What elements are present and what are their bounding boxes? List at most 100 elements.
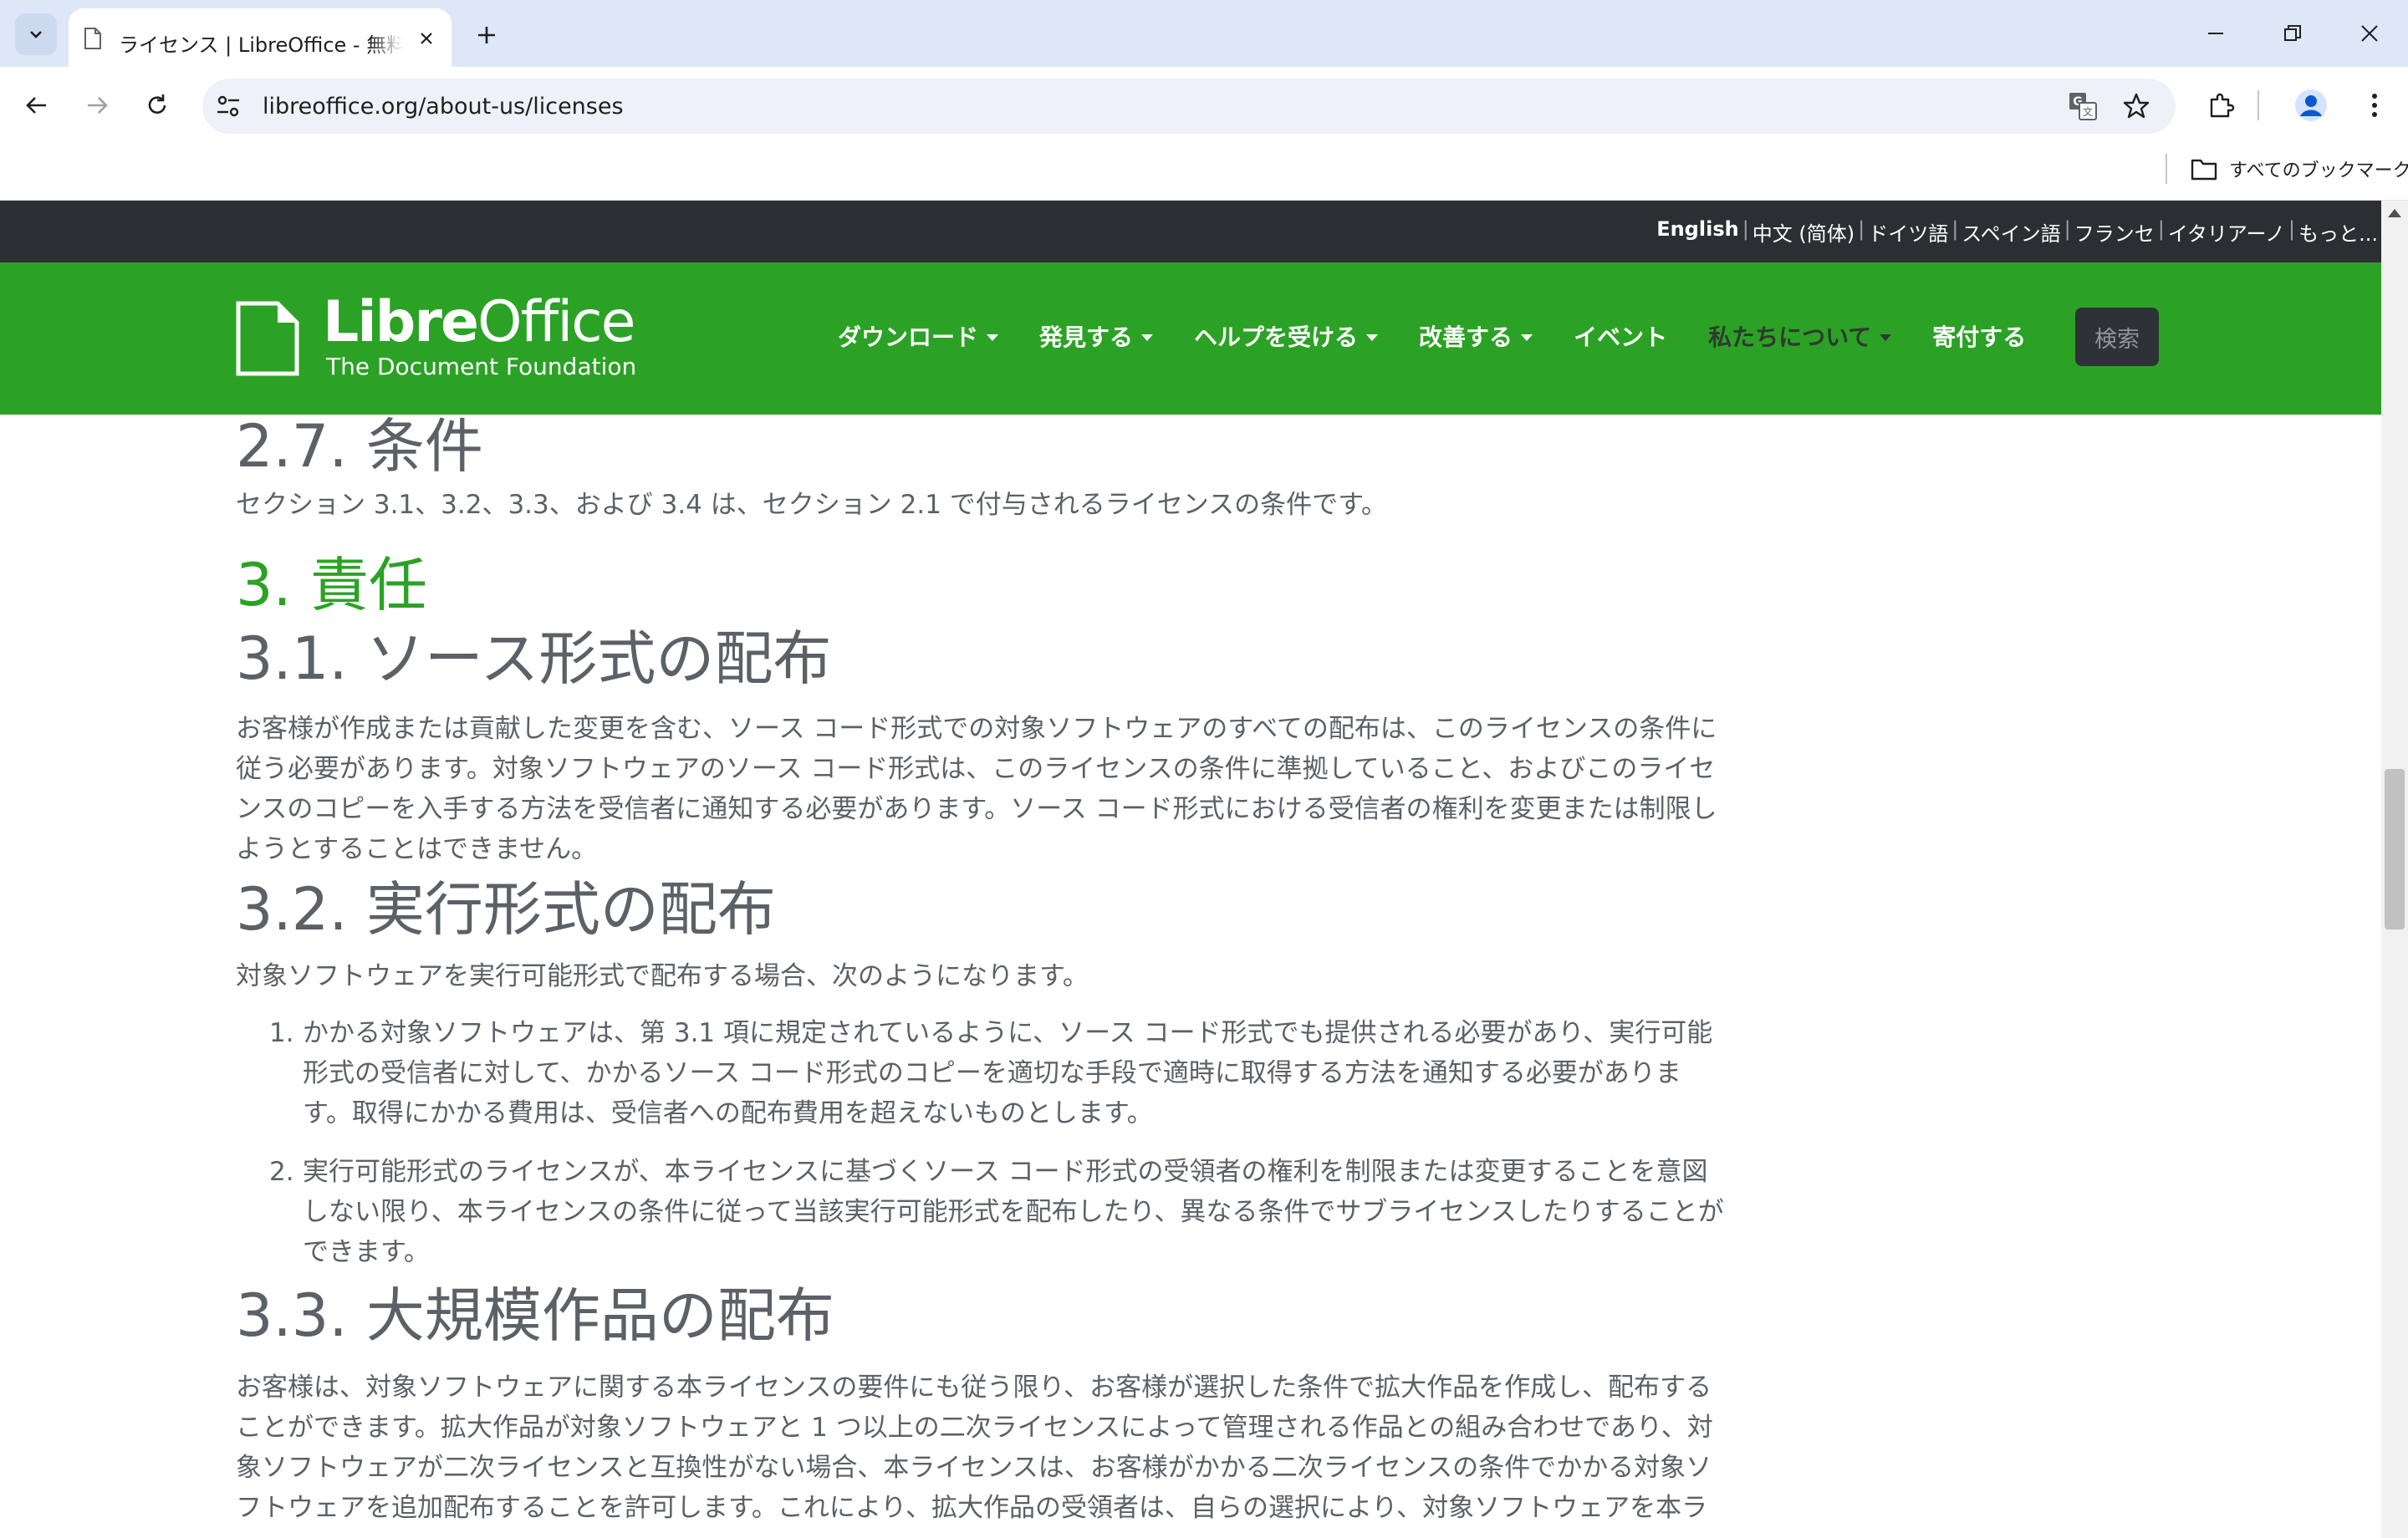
new-tab-button[interactable] [470, 18, 503, 52]
lang-german[interactable]: ドイツ語 [1868, 217, 1948, 247]
more-menu-button[interactable] [2354, 85, 2395, 125]
profile-icon [2295, 89, 2327, 121]
all-bookmarks-label: すべてのブックマーク [2229, 160, 2408, 181]
tab-search-button[interactable] [15, 13, 57, 55]
menu-donate[interactable]: 寄付する [1932, 319, 2026, 353]
window-close-icon [2361, 25, 2378, 42]
lang-english[interactable]: English [1656, 217, 1738, 247]
libreoffice-logo-icon[interactable] [236, 301, 299, 376]
logo-regular: Office [477, 289, 636, 355]
lang-chinese[interactable]: 中文 (简体) [1752, 217, 1854, 247]
menu-download[interactable]: ダウンロード [838, 319, 999, 353]
logo-wordmark[interactable]: LibreOffice [323, 294, 635, 351]
forward-button[interactable] [77, 85, 117, 125]
heading-3-3: 3.3. 大規模作品の配布 [236, 1281, 834, 1350]
url-text: libreoffice.org/about-us/licenses [263, 94, 624, 120]
tab-close-button[interactable] [411, 23, 441, 53]
forward-icon [88, 97, 108, 114]
menu-discover[interactable]: 発見する [1039, 319, 1154, 353]
extensions-icon [2210, 93, 2235, 118]
address-bar[interactable]: libreoffice.org/about-us/licenses G文 [202, 79, 2176, 134]
paragraph-3-2: 対象ソフトウェアを実行可能形式で配布する場合、次のようになります。 [236, 961, 1089, 991]
bookmarks-bar: すべてのブックマーク [0, 144, 2408, 201]
paragraph-3-1: お客様が作成または貢献した変更を含む、ソース コード形式での対象ソフトウェアのす… [236, 709, 1783, 869]
all-bookmarks-button[interactable]: すべてのブックマーク [2191, 152, 2408, 186]
tab-title: ライセンス | LibreOffice - 無料のオフィススイート [119, 33, 403, 57]
new-tab-icon [478, 27, 495, 43]
scroll-up-arrow-icon[interactable] [2388, 209, 2401, 217]
scroll-thumb[interactable] [2385, 769, 2405, 929]
active-tab[interactable]: ライセンス | LibreOffice - 無料のオフィススイート [69, 8, 452, 69]
lang-separator: | [1858, 217, 1865, 241]
list-text: かかる対象ソフトウェアは、第 3.1 項に規定されているように、ソース コード形… [303, 1013, 1783, 1133]
lang-separator: | [1951, 217, 1959, 241]
restore-button[interactable] [2268, 12, 2318, 55]
paragraph-line: ことができます。拡大作品が対象ソフトウェアと 1 つ以上の二次ライセンスによって… [236, 1413, 1713, 1443]
close-icon [421, 33, 432, 44]
menu-improve[interactable]: 改善する [1419, 319, 1533, 353]
paragraph-line: お客様は、対象ソフトウェアに関する本ライセンスの要件にも従う限り、お客様が選択し… [236, 1372, 1712, 1403]
language-bar: English | 中文 (简体) | ドイツ語 | スペイン語 | フランセ … [0, 201, 2381, 262]
reload-icon [148, 94, 166, 114]
chevron-down-icon [30, 31, 42, 38]
more-icon [2372, 94, 2377, 117]
translate-button[interactable]: G文 [2067, 90, 2099, 122]
bookmark-star-button[interactable] [2120, 90, 2152, 122]
paragraph-line: 象ソフトウェアが二次ライセンスと互換性がない場合、本ライセンスは、お客様がかかる… [236, 1453, 1712, 1483]
list-number: 2. [269, 1157, 294, 1187]
paragraph-3-3: お客様は、対象ソフトウェアに関する本ライセンスの要件にも従う限り、お客様が選択し… [236, 1367, 1783, 1528]
list-line: かかる対象ソフトウェアは、第 3.1 項に規定されているように、ソース コード形… [303, 1018, 1713, 1048]
caret-down-icon [987, 334, 999, 341]
menu-get-help[interactable]: ヘルプを受ける [1194, 319, 1379, 353]
folder-icon [2191, 159, 2217, 181]
menu-download-label: ダウンロード [838, 323, 979, 351]
page-favicon-icon [84, 28, 101, 49]
list-line: できます。 [303, 1237, 430, 1267]
lang-french[interactable]: フランセ [2074, 217, 2155, 247]
restore-icon [2284, 25, 2301, 41]
menu-about-us-label: 私たちについて [1708, 323, 1872, 351]
site-info-icon[interactable] [214, 92, 242, 120]
menu-events[interactable]: イベント [1574, 319, 1667, 353]
translate-icon: G文 [2069, 93, 2097, 120]
heading-3-2: 3.2. 実行形式の配布 [236, 875, 776, 944]
minimize-button[interactable] [2191, 12, 2241, 55]
browser-toolbar: libreoffice.org/about-us/licenses G文 [0, 67, 2408, 144]
heading-2-7: 2.7. 条件 [236, 412, 483, 481]
profile-button[interactable] [2291, 85, 2331, 125]
list-line: 形式の受信者に対して、かかるソース コード形式のコピーを適切な手段で適時に取得す… [303, 1058, 1681, 1088]
site-search-button[interactable]: 検索 [2075, 308, 2159, 366]
paragraph-2-7: セクション 3.1、3.2、3.3、および 3.4 は、セクション 2.1 で付… [236, 490, 1388, 520]
logo-tagline: The Document Foundation [326, 353, 637, 380]
lang-spanish[interactable]: スペイン語 [1962, 217, 2060, 247]
back-icon [26, 97, 46, 114]
caret-down-icon [1880, 334, 1892, 341]
list-line: しない限り、本ライセンスの条件に従って当該実行可能形式を配布したり、異なる条件で… [303, 1197, 1724, 1227]
list-number: 1. [269, 1018, 294, 1048]
svg-text:文: 文 [2083, 105, 2093, 118]
lang-italian[interactable]: イタリアーノ [2168, 217, 2285, 247]
list-line: す。取得にかかる費用は、受信者への配布費用を超えないものとします。 [303, 1098, 1153, 1128]
extensions-button[interactable] [2201, 85, 2241, 125]
page-scrollbar[interactable] [2381, 201, 2408, 1538]
lang-separator: | [1742, 217, 1749, 241]
page-viewport: English | 中文 (简体) | ドイツ語 | スペイン語 | フランセ … [0, 201, 2381, 1538]
reload-button[interactable] [137, 85, 177, 125]
caret-down-icon [1366, 334, 1379, 341]
menu-discover-label: 発見する [1039, 323, 1134, 351]
main-menu: ダウンロード 発見する ヘルプを受ける 改善する イベント 私たちについて 寄付… [838, 319, 2067, 353]
window-close-button[interactable] [2344, 12, 2395, 55]
menu-get-help-label: ヘルプを受ける [1194, 323, 1359, 351]
lang-separator: | [2157, 217, 2165, 241]
heading-3-1: 3.1. ソース形式の配布 [236, 624, 832, 693]
lang-more[interactable]: もっと... [2298, 217, 2378, 247]
menu-events-label: イベント [1574, 323, 1668, 351]
back-button[interactable] [17, 85, 57, 125]
paragraph-line: ようとすることはできません。 [236, 834, 598, 864]
menu-about-us[interactable]: 私たちについて [1708, 319, 1892, 353]
list-line: 実行可能形式のライセンスが、本ライセンスに基づくソース コード形式の受領者の権利… [303, 1157, 1708, 1187]
heading-3: 3. 責任 [236, 551, 428, 619]
tab-title-fade [370, 25, 403, 55]
bookmarks-separator [2166, 154, 2167, 184]
paragraph-line: フトウェアを追加配布することを許可します。これにより、拡大作品の受領者は、自らの… [236, 1493, 1708, 1523]
